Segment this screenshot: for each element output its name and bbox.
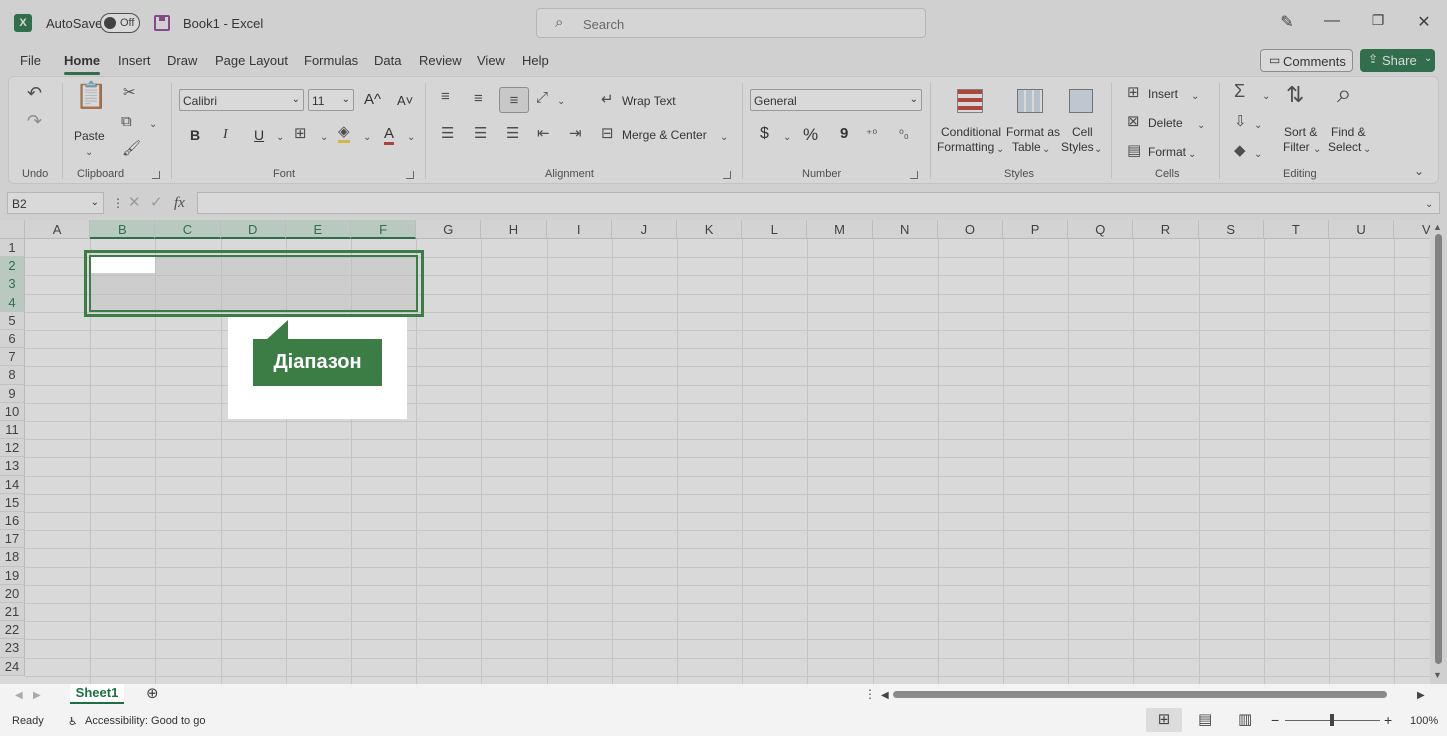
next-sheet-icon[interactable]: ▶ [33,688,41,704]
dim-overlay [0,0,1447,736]
sheet-tab[interactable]: Sheet1 [70,684,124,704]
scroll-right-icon[interactable]: ▶ [1417,688,1425,704]
zoom-slider-thumb[interactable] [1330,714,1334,726]
status-ready: Ready [12,715,44,727]
callout-pointer [266,320,288,340]
page-layout-view-icon[interactable]: ▤ [1198,712,1212,728]
zoom-out-icon[interactable]: − [1271,712,1279,728]
scroll-left-icon[interactable]: ◀ [881,688,889,704]
zoom-in-icon[interactable]: + [1384,712,1392,728]
add-sheet-icon[interactable]: ⊕ [146,686,159,702]
page-break-view-icon[interactable]: ▥ [1238,712,1252,728]
range-callout: Діапазон [253,339,382,386]
horizontal-scrollbar[interactable]: ◀ ▶ [881,689,1427,701]
prev-sheet-icon[interactable]: ◀ [15,688,23,704]
scroll-thumb[interactable] [893,691,1387,698]
zoom-level[interactable]: 100% [1410,715,1438,727]
accessibility-status[interactable]: Accessibility: Good to go [85,715,205,727]
accessibility-icon[interactable]: ♿ [68,715,78,728]
status-bar: Ready ♿ Accessibility: Good to go ⊞ ▤ ▥ … [0,704,1447,736]
sheet-bar: ◀ ▶ Sheet1 ⊕ ⋮ ◀ ▶ [0,684,1447,704]
range-highlight-frame [84,250,424,317]
normal-view-icon[interactable]: ⊞ [1146,708,1182,732]
more-options-icon[interactable]: ⋮ [864,686,876,702]
